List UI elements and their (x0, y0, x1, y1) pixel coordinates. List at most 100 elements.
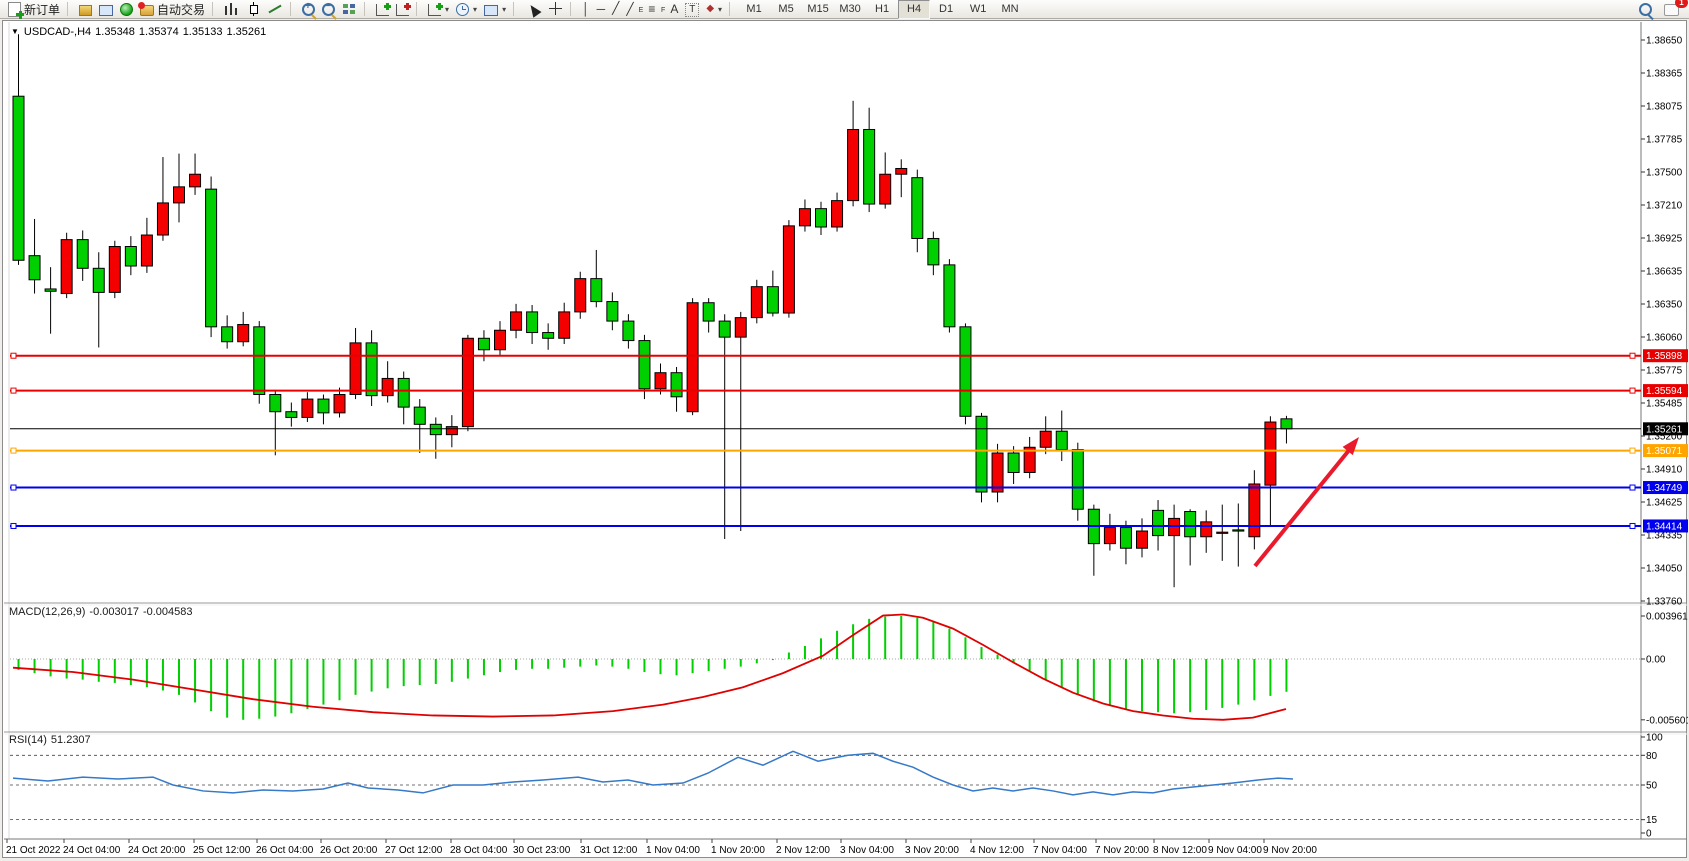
candle-body (559, 312, 570, 338)
periods-button[interactable]: ▾ (453, 1, 480, 18)
candle-body (639, 341, 650, 389)
chart-symbol-period: USDCAD-,H4 (24, 26, 91, 38)
horizontal-line-button[interactable]: ─ (594, 1, 609, 18)
line-endpoint-handle[interactable] (11, 485, 16, 490)
fibonacci-icon: ≡ (648, 2, 663, 16)
chart-window-button[interactable] (96, 1, 116, 18)
candle-body (222, 327, 233, 342)
candle-body (832, 201, 843, 227)
price-tag-label: 1.35071 (1646, 446, 1683, 457)
time-axis-label: 24 Oct 04:00 (63, 845, 121, 856)
tf-button-M15[interactable]: M15 (802, 0, 834, 19)
macd-axis: 0.0039610.00-0.005601 (10, 611, 1688, 726)
equidistant-channel-icon: ╱ (626, 2, 641, 16)
tf-button-M5[interactable]: M5 (770, 0, 802, 19)
trendline-icon: ╱ (612, 1, 619, 15)
candle-body (270, 394, 281, 411)
line-endpoint-handle[interactable] (1630, 523, 1635, 528)
line-endpoint-handle[interactable] (11, 448, 16, 453)
search-icon (1639, 3, 1652, 16)
candle-body (751, 287, 762, 318)
candle-body (880, 174, 891, 204)
templates-button[interactable]: ▾ (481, 1, 509, 18)
fibonacci-button[interactable]: ≡ (645, 1, 666, 18)
chart-shift-button[interactable] (393, 1, 412, 18)
arrows-icon: ◆ (706, 2, 714, 16)
line-endpoint-handle[interactable] (1630, 353, 1635, 358)
candlestick-chart-button[interactable] (243, 1, 264, 18)
equidistant-channel-button[interactable]: ╱ (623, 1, 644, 18)
candle-body (157, 203, 168, 235)
zoom-in-icon (302, 3, 315, 16)
bar-chart-button[interactable] (221, 1, 242, 18)
time-axis-label: 31 Oct 12:00 (580, 845, 638, 856)
new-order-button[interactable]: 新订单 (3, 1, 63, 18)
line-endpoint-handle[interactable] (11, 523, 16, 528)
line-endpoint-handle[interactable] (11, 353, 16, 358)
toolbar-right-group: 1 (1636, 1, 1686, 18)
line-endpoint-handle[interactable] (1630, 448, 1635, 453)
time-axis-label: 9 Nov 04:00 (1208, 845, 1262, 856)
cursor-button[interactable] (522, 1, 544, 18)
toolbar: 新订单 自动交易 ▾ ▾ ▾ │ ─ ╱ ╱ ≡ A T ◆▾ M1M5M15M… (0, 0, 1689, 19)
market-watch-icon (79, 5, 92, 16)
tf-button-M1[interactable]: M1 (738, 0, 770, 19)
tf-button-M30[interactable]: M30 (834, 0, 866, 19)
auto-scroll-button[interactable] (373, 1, 392, 18)
search-button[interactable] (1636, 1, 1655, 18)
ohlc-low: 1.35133 (183, 26, 223, 38)
text-label-button[interactable]: T (682, 1, 702, 18)
toolbar-separator (290, 2, 295, 16)
tf-button-H1[interactable]: H1 (866, 0, 898, 19)
tile-windows-button[interactable] (339, 1, 360, 18)
candle-body (687, 303, 698, 412)
line-chart-button[interactable] (265, 1, 286, 18)
time-axis[interactable]: 21 Oct 202224 Oct 04:0024 Oct 20:0025 Oc… (6, 839, 1317, 856)
crosshair-button[interactable] (545, 1, 566, 18)
candle-body (1265, 422, 1276, 485)
tile-windows-icon (342, 2, 357, 16)
candle-body (13, 96, 24, 260)
zoom-in-button[interactable] (299, 1, 318, 18)
tf-button-H4[interactable]: H4 (898, 0, 930, 19)
candle-body (1056, 431, 1067, 449)
candle-body (767, 287, 778, 313)
chart-window[interactable]: ▼USDCAD-,H41.353481.353741.351331.35261 … (2, 20, 1687, 858)
toolbar-separator (67, 2, 72, 16)
candle-body (1153, 510, 1164, 535)
candle-body (719, 321, 730, 337)
candle-body (125, 247, 136, 267)
candle-body (1104, 528, 1115, 544)
auto-scroll-icon (376, 4, 389, 16)
tf-button-D1[interactable]: D1 (930, 0, 962, 19)
candle-body (45, 289, 56, 291)
candle-body (896, 168, 907, 174)
rsi-axis: 1008050150 (10, 733, 1663, 840)
candle-body (446, 427, 457, 435)
line-endpoint-handle[interactable] (11, 388, 16, 393)
market-watch-button[interactable] (76, 1, 95, 18)
tf-button-W1[interactable]: W1 (962, 0, 994, 19)
arrows-button[interactable]: ◆▾ (703, 1, 725, 18)
text-button[interactable]: A (667, 1, 681, 18)
notifications-button[interactable]: 1 (1661, 1, 1682, 18)
line-endpoint-handle[interactable] (1630, 485, 1635, 490)
price-tick-label: 1.34910 (1646, 465, 1683, 476)
zoom-out-button[interactable] (319, 1, 338, 18)
auto-trading-button[interactable]: 自动交易 (137, 1, 208, 18)
candle-body (254, 327, 265, 395)
signals-button[interactable] (117, 1, 136, 18)
toolbar-separator (212, 2, 217, 16)
candle-body (511, 312, 522, 330)
candle-body (238, 325, 249, 342)
vertical-line-button[interactable]: │ (579, 1, 593, 18)
price-tick-label: 1.36350 (1646, 300, 1683, 311)
collapse-triangle-icon[interactable]: ▼ (11, 27, 19, 36)
indicators-button[interactable]: ▾ (425, 1, 452, 18)
tf-button-MN[interactable]: MN (994, 0, 1026, 19)
chart-canvas[interactable]: 1.386501.383651.380751.377851.375001.372… (3, 21, 1688, 859)
crosshair-icon (548, 2, 563, 16)
candle-body (1120, 528, 1131, 549)
line-endpoint-handle[interactable] (1630, 388, 1635, 393)
trendline-button[interactable]: ╱ (609, 1, 622, 18)
